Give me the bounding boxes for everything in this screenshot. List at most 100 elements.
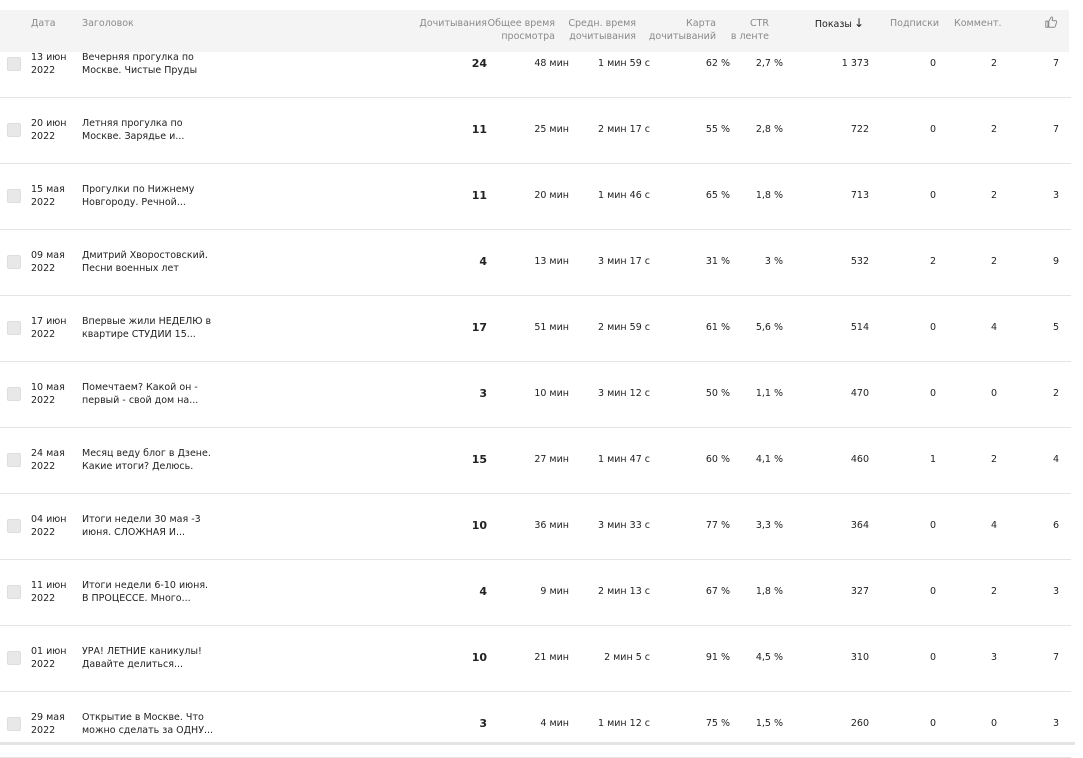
- row-total-time: 36 мин: [534, 520, 569, 531]
- column-header-ctr[interactable]: CTR в ленте: [731, 17, 769, 43]
- table-row[interactable]: 01 июн 2022 УРА! ЛЕТНИЕ каникулы! Давайте д…: [0, 625, 1071, 692]
- row-title[interactable]: Итоги недели 6-10 июня. В ПРОЦЕССЕ. Много…: [82, 579, 208, 605]
- row-date-day: 13 июн: [31, 52, 67, 63]
- row-subs: 0: [929, 124, 936, 135]
- row-checkbox[interactable]: [7, 453, 21, 467]
- row-title-line1: УРА! ЛЕТНИЕ каникулы!: [82, 646, 202, 657]
- row-total-time: 25 мин: [534, 124, 569, 135]
- table-row[interactable]: 11 июн 2022 Итоги недели 6-10 июня. В ПРОЦЕ…: [0, 559, 1071, 626]
- row-checkbox[interactable]: [7, 651, 21, 665]
- column-header-date[interactable]: Дата: [31, 17, 56, 30]
- row-card: 31 %: [705, 256, 730, 267]
- table-row[interactable]: 29 мая 2022 Открытие в Москве. Что можно сд…: [0, 691, 1071, 758]
- row-total-time: 4 мин: [540, 718, 569, 729]
- row-date-day: 24 мая: [31, 448, 65, 459]
- row-subs: 0: [929, 586, 936, 597]
- table-row[interactable]: 17 июн 2022 Впервые жили НЕДЕЛЮ в квартире …: [0, 295, 1071, 362]
- row-card: 62 %: [705, 58, 730, 69]
- row-date: 15 мая 2022: [31, 183, 65, 209]
- table-row[interactable]: 15 мая 2022 Прогулки по Нижнему Новгороду. …: [0, 163, 1071, 230]
- thumbs-up-icon[interactable]: [1044, 15, 1058, 29]
- column-header-reads[interactable]: Дочитывания: [419, 17, 487, 30]
- table-row[interactable]: 13 июн 2022 Вечерняя прогулка по Москве. Чи…: [0, 52, 1071, 98]
- row-title[interactable]: Летняя прогулка по Москве. Зарядье и...: [82, 117, 184, 143]
- row-avg-time: 3 мин 33 с: [598, 520, 650, 531]
- row-reads: 4: [479, 585, 487, 598]
- table-row[interactable]: 20 июн 2022 Летняя прогулка по Москве. Заря…: [0, 97, 1071, 164]
- row-total-time: 27 мин: [534, 454, 569, 465]
- row-comments: 2: [990, 256, 997, 267]
- row-comments: 0: [990, 718, 997, 729]
- row-title-line2: Москве. Чистые Пруды: [82, 65, 198, 76]
- row-title[interactable]: Вечерняя прогулка по Москве. Чистые Пруды: [82, 51, 197, 77]
- row-date: 20 июн 2022: [31, 117, 67, 143]
- row-ctr: 3 %: [764, 256, 783, 267]
- column-header-shows[interactable]: Показы ↓: [815, 17, 864, 31]
- row-title[interactable]: УРА! ЛЕТНИЕ каникулы! Давайте делиться...: [82, 645, 202, 671]
- column-header-title[interactable]: Заголовок: [82, 17, 134, 30]
- table-row[interactable]: 09 мая 2022 Дмитрий Хворостовский. Песни во…: [0, 229, 1071, 296]
- row-shows: 460: [850, 454, 869, 465]
- row-date: 13 июн 2022: [31, 51, 67, 77]
- row-subs: 0: [929, 718, 936, 729]
- row-ctr: 2,8 %: [755, 124, 783, 135]
- row-avg-time: 3 мин 12 с: [598, 388, 650, 399]
- row-card: 65 %: [705, 190, 730, 201]
- column-header-comments[interactable]: Коммент.: [954, 17, 1002, 30]
- row-checkbox[interactable]: [7, 255, 21, 269]
- row-shows: 260: [850, 718, 869, 729]
- row-card: 50 %: [705, 388, 730, 399]
- row-subs: 0: [929, 520, 936, 531]
- table-row[interactable]: 10 мая 2022 Помечтаем? Какой он - первый - …: [0, 361, 1071, 428]
- row-checkbox[interactable]: [7, 519, 21, 533]
- row-subs: 2: [929, 256, 936, 267]
- row-date-year: 2022: [31, 593, 56, 604]
- row-checkbox[interactable]: [7, 321, 21, 335]
- column-header-avg-time[interactable]: Средн. время дочитывания: [568, 17, 636, 43]
- row-reads: 4: [479, 255, 487, 268]
- row-title[interactable]: Помечтаем? Какой он - первый - свой дом н…: [82, 381, 198, 407]
- row-ctr: 5,6 %: [755, 322, 783, 333]
- row-comments: 2: [990, 454, 997, 465]
- row-date: 11 июн 2022: [31, 579, 67, 605]
- row-shows: 532: [850, 256, 869, 267]
- row-title[interactable]: Впервые жили НЕДЕЛЮ в квартире СТУДИИ 15.…: [82, 315, 211, 341]
- row-checkbox[interactable]: [7, 123, 21, 137]
- row-shows: 713: [850, 190, 869, 201]
- row-card: 91 %: [705, 652, 730, 663]
- row-date-year: 2022: [31, 263, 56, 274]
- row-title-line2: квартире СТУДИИ 15...: [82, 329, 196, 340]
- row-title[interactable]: Итоги недели 30 мая -3 июня. СЛОЖНАЯ И...: [82, 513, 201, 539]
- row-checkbox[interactable]: [7, 189, 21, 203]
- row-avg-time: 1 мин 12 с: [598, 718, 650, 729]
- column-header-card[interactable]: Карта дочитываний: [649, 17, 716, 43]
- row-card: 60 %: [705, 454, 730, 465]
- row-title-line1: Вечерняя прогулка по: [82, 52, 194, 63]
- column-header-total-time[interactable]: Общее время просмотра: [488, 17, 555, 43]
- row-title-line1: Летняя прогулка по: [82, 118, 183, 129]
- row-checkbox[interactable]: [7, 585, 21, 599]
- row-title[interactable]: Прогулки по Нижнему Новгороду. Речной...: [82, 183, 194, 209]
- row-checkbox[interactable]: [7, 57, 21, 71]
- row-likes: 6: [1052, 520, 1059, 531]
- row-avg-time: 3 мин 17 с: [598, 256, 650, 267]
- row-reads: 15: [471, 453, 487, 466]
- row-date-day: 11 июн: [31, 580, 67, 591]
- row-likes: 7: [1052, 652, 1059, 663]
- row-title[interactable]: Месяц веду блог в Дзене. Какие итоги? Дел…: [82, 447, 211, 473]
- row-title-line2: Новгороду. Речной...: [82, 197, 186, 208]
- row-title[interactable]: Дмитрий Хворостовский. Песни военных лет: [82, 249, 208, 275]
- table-row[interactable]: 24 мая 2022 Месяц веду блог в Дзене. Какие …: [0, 427, 1071, 494]
- row-checkbox[interactable]: [7, 387, 21, 401]
- column-header-subs[interactable]: Подписки: [890, 17, 939, 30]
- row-checkbox[interactable]: [7, 717, 21, 731]
- row-avg-time: 2 мин 17 с: [598, 124, 650, 135]
- row-comments: 4: [990, 322, 997, 333]
- row-title[interactable]: Открытие в Москве. Что можно сделать за О…: [82, 711, 213, 737]
- table-row[interactable]: 04 июн 2022 Итоги недели 30 мая -3 июня. СЛ…: [0, 493, 1071, 560]
- column-header-card-line2: дочитываний: [648, 31, 716, 42]
- row-avg-time: 1 мин 46 с: [598, 190, 650, 201]
- row-date-day: 10 мая: [31, 382, 65, 393]
- row-total-time: 20 мин: [534, 190, 569, 201]
- row-comments: 4: [990, 520, 997, 531]
